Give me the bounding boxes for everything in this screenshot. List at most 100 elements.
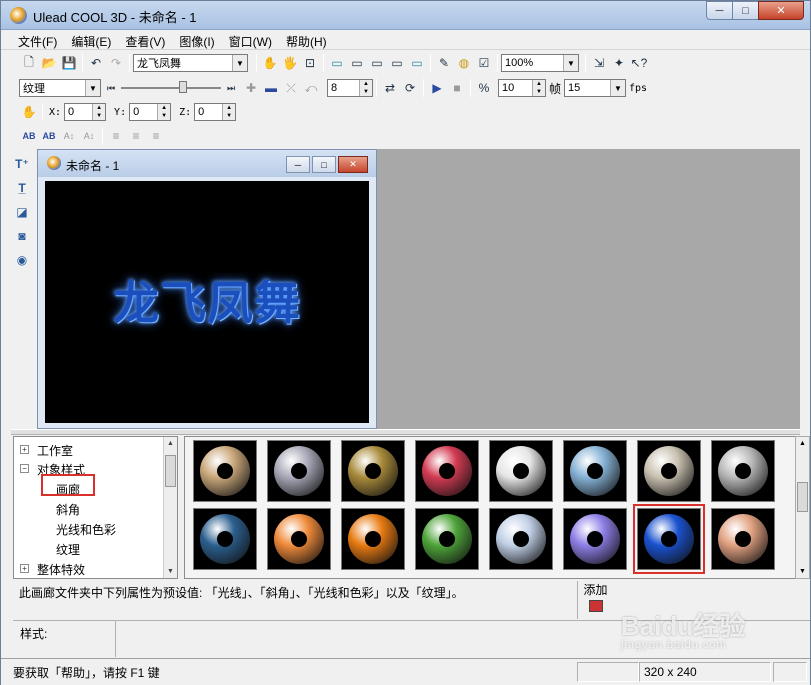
insert-geometry-icon[interactable]: ◙ bbox=[12, 225, 32, 247]
attribute-select[interactable]: 纹理 ▼ bbox=[19, 79, 101, 97]
preset-thumbnail[interactable] bbox=[637, 440, 701, 502]
frame-count-spinner[interactable]: 10 ▲ ▼ bbox=[498, 79, 546, 97]
preset-thumbnail[interactable] bbox=[415, 508, 479, 570]
preset-thumbnail[interactable] bbox=[267, 440, 331, 502]
preset-thumbnail[interactable] bbox=[341, 440, 405, 502]
percent-icon[interactable]: % bbox=[474, 78, 494, 98]
menu-file[interactable]: 文件(F) bbox=[11, 30, 64, 49]
preset-thumbnail[interactable] bbox=[415, 440, 479, 502]
align-left-icon[interactable]: ≡ bbox=[106, 126, 126, 146]
insert-text-icon[interactable]: T⁺ bbox=[12, 153, 32, 175]
text-object-select[interactable]: 龙飞凤舞 ▼ bbox=[133, 54, 248, 72]
scroll-up-icon[interactable]: ▲ bbox=[164, 437, 177, 450]
globe-icon[interactable]: ◍ bbox=[454, 53, 474, 73]
keyframe-spinner[interactable]: 8 ▲ ▼ bbox=[327, 79, 373, 97]
gallery-scroll-thumb[interactable] bbox=[797, 482, 808, 512]
text-size-up-icon[interactable]: A↕ bbox=[59, 126, 79, 146]
chevron-down-icon[interactable]: ▼ bbox=[232, 55, 247, 71]
ring-icon[interactable]: ◉ bbox=[12, 249, 32, 271]
maximize-button[interactable]: □ bbox=[732, 1, 759, 20]
menu-image[interactable]: 图像(I) bbox=[172, 30, 221, 49]
minimize-button[interactable]: ─ bbox=[706, 1, 733, 20]
reverse-key-icon[interactable]: ⤫ bbox=[281, 78, 301, 98]
gallery-scrollbar[interactable]: ▲ ▼ bbox=[795, 436, 810, 579]
wizard-icon[interactable]: ✦ bbox=[609, 53, 629, 73]
view-bottom-icon[interactable]: ▭ bbox=[407, 53, 427, 73]
view-front-icon[interactable]: ▭ bbox=[327, 53, 347, 73]
scroll-up-icon[interactable]: ▲ bbox=[796, 437, 809, 450]
save-icon[interactable]: 💾 bbox=[59, 53, 79, 73]
play-icon[interactable]: ▶ bbox=[427, 78, 447, 98]
tree-scrollbar[interactable]: ▲ ▼ bbox=[163, 437, 177, 578]
tree-item-bevel[interactable]: 斜角 bbox=[56, 501, 80, 518]
doc-close-button[interactable]: ✕ bbox=[338, 156, 368, 173]
align-center-icon[interactable]: ≡ bbox=[126, 126, 146, 146]
brush-icon[interactable]: ✎ bbox=[434, 53, 454, 73]
preset-thumbnail[interactable] bbox=[193, 440, 257, 502]
export-icon[interactable]: ⇲ bbox=[589, 53, 609, 73]
render-canvas[interactable]: 龙飞凤舞 bbox=[45, 181, 369, 423]
scroll-down-icon[interactable]: ▼ bbox=[164, 565, 177, 578]
menu-help[interactable]: 帮助(H) bbox=[279, 30, 334, 49]
doc-minimize-button[interactable]: ─ bbox=[286, 156, 310, 173]
move-object-icon[interactable]: ✋ bbox=[19, 102, 39, 122]
collapse-toggle[interactable]: − bbox=[20, 464, 29, 473]
3d-text-object[interactable]: 龙飞凤舞 bbox=[113, 267, 301, 333]
x-spinner[interactable]: 0 ▲ ▼ bbox=[64, 103, 107, 121]
menu-window[interactable]: 窗口(W) bbox=[222, 30, 279, 49]
z-spinner[interactable]: 0 ▲ ▼ bbox=[194, 103, 237, 121]
expand-toggle[interactable]: + bbox=[20, 445, 29, 454]
fps-select[interactable]: 15 ▼ bbox=[564, 79, 627, 97]
pingpong-icon[interactable]: ⟳ bbox=[400, 78, 420, 98]
doc-maximize-button[interactable]: □ bbox=[312, 156, 336, 173]
preset-thumbnail[interactable] bbox=[193, 508, 257, 570]
first-key-icon[interactable]: ⏮ bbox=[101, 78, 121, 98]
add-button[interactable]: 添加 bbox=[577, 581, 613, 619]
fit-icon[interactable]: ⊡ bbox=[300, 53, 320, 73]
add-to-gallery-icon[interactable] bbox=[588, 600, 603, 612]
tree-item-texture[interactable]: 纹理 bbox=[56, 541, 80, 558]
slider-thumb[interactable] bbox=[179, 81, 187, 93]
chevron-down-icon[interactable]: ▼ bbox=[563, 55, 578, 71]
document-icon[interactable] bbox=[47, 156, 61, 170]
y-spinner[interactable]: 0 ▲ ▼ bbox=[129, 103, 172, 121]
edit-text-icon[interactable]: T̲ bbox=[12, 177, 32, 199]
expand-toggle[interactable]: + bbox=[20, 564, 29, 573]
tree-item-global-effects[interactable]: 整体特效 bbox=[37, 561, 85, 578]
preset-thumbnail[interactable] bbox=[489, 508, 553, 570]
stop-icon[interactable]: ■ bbox=[447, 78, 467, 98]
align-right-icon[interactable]: ≡ bbox=[146, 126, 166, 146]
text-style-icon[interactable]: AB bbox=[19, 126, 39, 146]
chevron-down-icon[interactable]: ▼ bbox=[85, 80, 100, 96]
rotate-tool-icon[interactable]: 🖐 bbox=[280, 53, 300, 73]
loop-icon[interactable]: ⇄ bbox=[380, 78, 400, 98]
add-key-icon[interactable]: ✚ bbox=[241, 78, 261, 98]
preset-thumbnail[interactable] bbox=[267, 508, 331, 570]
menu-edit[interactable]: 编辑(E) bbox=[64, 30, 118, 49]
preset-thumbnail[interactable] bbox=[563, 440, 627, 502]
text-spacing-icon[interactable]: AB bbox=[39, 126, 59, 146]
view-back-icon[interactable]: ▭ bbox=[387, 53, 407, 73]
app-icon[interactable] bbox=[10, 7, 27, 24]
check-icon[interactable]: ☑ bbox=[474, 53, 494, 73]
new-file-icon[interactable]: 🗋 bbox=[19, 53, 39, 73]
scroll-down-icon[interactable]: ▼ bbox=[796, 565, 809, 578]
tree-scroll-thumb[interactable] bbox=[165, 455, 176, 487]
timeline-slider[interactable] bbox=[121, 81, 221, 95]
view-side-icon[interactable]: ▭ bbox=[367, 53, 387, 73]
menu-view[interactable]: 查看(V) bbox=[118, 30, 172, 49]
close-button[interactable]: ✕ bbox=[758, 1, 804, 20]
help-pointer-icon[interactable]: ↖? bbox=[629, 53, 649, 73]
chevron-down-icon[interactable]: ▼ bbox=[610, 80, 626, 96]
insert-shape-icon[interactable]: ◪ bbox=[12, 201, 32, 223]
swap-key-icon[interactable]: ⤺ bbox=[301, 78, 321, 98]
tree-item-light-color[interactable]: 光线和色彩 bbox=[56, 521, 116, 538]
remove-key-icon[interactable]: ▬ bbox=[261, 78, 281, 98]
undo-icon[interactable]: ↶ bbox=[86, 53, 106, 73]
open-folder-icon[interactable]: 📂 bbox=[39, 53, 59, 73]
preset-thumbnail[interactable] bbox=[563, 508, 627, 570]
zoom-select[interactable]: 100% ▼ bbox=[501, 54, 579, 72]
preset-thumbnail[interactable] bbox=[489, 440, 553, 502]
preset-thumbnail[interactable] bbox=[711, 440, 775, 502]
preset-thumbnail[interactable] bbox=[633, 504, 705, 574]
